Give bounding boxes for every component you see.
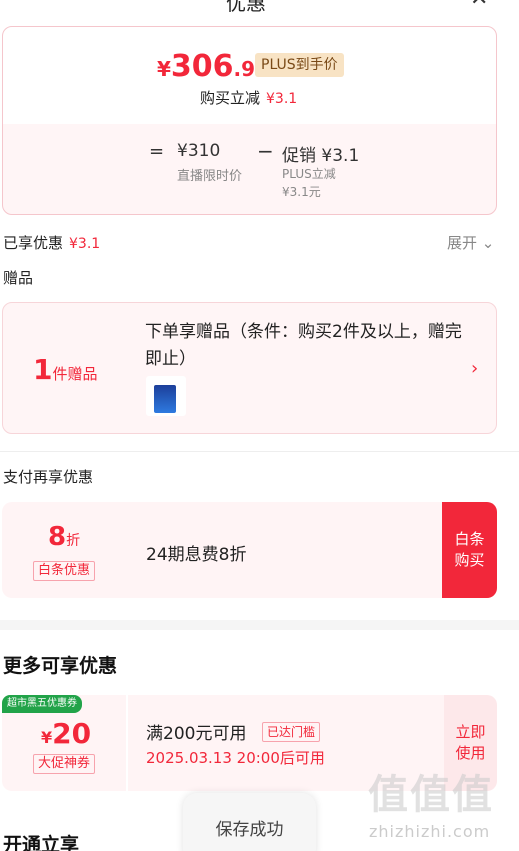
coupon-time: 2025.03.13 20:00后可用 [146, 749, 325, 767]
gift-count-unit: 件赠品 [52, 365, 98, 383]
gift-section-label: 赠品 [3, 269, 34, 287]
base-price: ¥310 [177, 141, 221, 161]
gift-count-number: 1 [33, 353, 53, 386]
open-membership-title: 开通立享 [3, 834, 80, 851]
baitiao-discount-number: 8 [48, 522, 67, 552]
baitiao-discount-unit: 折 [66, 533, 81, 549]
coupon-tag: 大促神券 [33, 754, 96, 774]
minus-sign: − [257, 139, 274, 163]
price-currency: ¥ [157, 57, 171, 81]
pay-section-label: 支付再享优惠 [3, 468, 94, 486]
base-price-label: 直播限时价 [177, 169, 243, 184]
gift-count: 1件赠品 [33, 353, 98, 386]
coupon-value: ¥20 [41, 717, 91, 750]
final-price: ¥306.9 [157, 49, 255, 84]
coupon-currency: ¥ [41, 728, 53, 747]
promo-price: 促销 ¥3.1 [282, 146, 360, 166]
watermark-site: zhizhizhi.com [369, 822, 491, 841]
use-coupon-line2: 使用 [455, 744, 486, 762]
coupon-amount: 20 [52, 717, 92, 750]
price-card: ¥306.9 PLUS到手价 购买立减 ¥3.1 = ¥310 直播限时价 − 促… [2, 26, 497, 215]
coupon-badge: 超市黑五优惠券 [2, 695, 82, 713]
enjoyed-amount: ¥3.1 [69, 236, 101, 252]
gift-card[interactable]: 1件赠品 下单享赠品（条件：购买2件及以上，赠完即止） › [2, 302, 497, 434]
baitiao-card: 8折 白条优惠 24期息费8折 白条 购买 [2, 502, 497, 598]
expand-button[interactable]: 展开 ⌄ [447, 232, 494, 253]
use-coupon-line1: 立即 [455, 723, 486, 741]
enjoyed-discount-row: 已享优惠 ¥3.1 [3, 232, 100, 253]
price-decimal: .9 [233, 57, 256, 81]
close-icon[interactable]: ✕ [470, 0, 488, 11]
promo-label: PLUS立减 [282, 167, 336, 181]
plus-price-tag: PLUS到手价 [255, 53, 344, 77]
modal-title: 优惠 [226, 0, 266, 15]
enjoyed-label: 已享优惠 [3, 234, 64, 252]
baitiao-button-line1: 白条 [454, 530, 485, 548]
gift-bag-icon [154, 385, 176, 413]
baitiao-discount: 8折 [48, 522, 80, 552]
buy-reduce-amount: ¥3.1 [266, 91, 298, 107]
equals-sign: = [149, 141, 165, 162]
divider [0, 451, 519, 452]
gift-image[interactable] [146, 376, 186, 416]
save-success-toast: 保存成功 [183, 793, 316, 851]
chevron-right-icon[interactable]: › [471, 358, 478, 379]
coupon-reached-badge: 已达门槛 [262, 722, 321, 742]
toast-text: 保存成功 [215, 820, 284, 840]
baitiao-button-line2: 购买 [454, 551, 485, 569]
coupon-condition: 满200元可用 [146, 724, 247, 744]
baitiao-buy-button[interactable]: 白条 购买 [442, 502, 497, 598]
more-offers-title: 更多可享优惠 [3, 655, 118, 677]
modal-header: 优惠 ✕ [0, 0, 519, 22]
price-integer: 306 [170, 49, 234, 84]
section-divider [0, 620, 519, 630]
baitiao-desc: 24期息费8折 [146, 545, 247, 565]
site-watermark: 值值值 zhizhizhi.com [368, 762, 516, 848]
buy-reduce-row: 购买立减 ¥3.1 [200, 87, 297, 108]
baitiao-tag: 白条优惠 [33, 561, 96, 581]
promo-sub-amount: ¥3.1元 [282, 185, 321, 199]
buy-reduce-label: 购买立减 [200, 89, 261, 107]
gift-title: 下单享赠品（条件：购买2件及以上，赠完即止） [145, 322, 462, 369]
coupon-value-panel: 超市黑五优惠券 ¥20 大促神券 [2, 695, 126, 791]
watermark-logo: 值值值 [368, 772, 494, 818]
